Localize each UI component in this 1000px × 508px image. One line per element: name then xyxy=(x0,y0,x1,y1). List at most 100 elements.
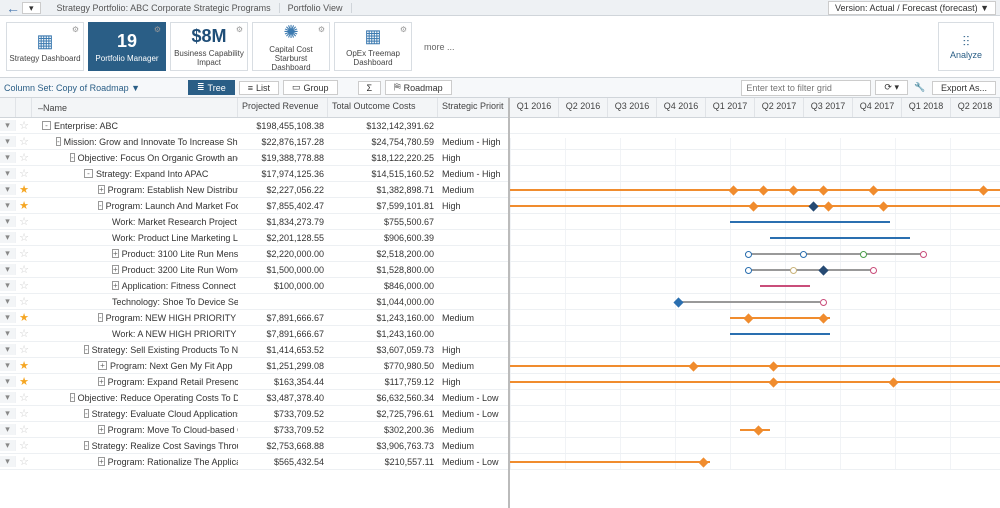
expand-icon[interactable]: - xyxy=(70,153,75,162)
row-menu-icon[interactable]: ▾ xyxy=(0,296,16,307)
gantt-bar[interactable] xyxy=(760,285,810,287)
favorite-star[interactable]: ☆ xyxy=(16,231,32,244)
gantt-event[interactable] xyxy=(790,267,797,274)
card-4[interactable]: ⚙▦OpEx Treemap Dashboard xyxy=(334,22,412,71)
gantt-milestone[interactable] xyxy=(819,313,829,323)
row-menu-icon[interactable]: ▾ xyxy=(0,168,16,179)
row-menu-icon[interactable]: ▾ xyxy=(0,456,16,467)
favorite-star[interactable]: ☆ xyxy=(16,343,32,356)
favorite-star[interactable]: ☆ xyxy=(16,151,32,164)
row-menu-icon[interactable]: ▾ xyxy=(0,360,16,371)
table-row[interactable]: ▾☆-Strategy: Sell Existing Products To N… xyxy=(0,342,508,358)
favorite-star[interactable]: ☆ xyxy=(16,247,32,260)
gantt-milestone[interactable] xyxy=(674,297,684,307)
gantt-milestone[interactable] xyxy=(889,377,899,387)
expand-icon[interactable]: + xyxy=(98,457,105,466)
gantt-milestone[interactable] xyxy=(789,185,799,195)
row-menu-icon[interactable]: ▾ xyxy=(0,136,16,147)
gantt-milestone[interactable] xyxy=(809,201,819,211)
expand-icon[interactable]: - xyxy=(84,169,93,178)
gantt-event[interactable] xyxy=(745,267,752,274)
card-gear-icon[interactable]: ⚙ xyxy=(72,25,79,34)
favorite-star[interactable]: ★ xyxy=(16,311,32,324)
favorite-star[interactable]: ☆ xyxy=(16,263,32,276)
analyze-button[interactable]: ⫶⫶Analyze xyxy=(938,22,994,71)
gantt-event[interactable] xyxy=(820,299,827,306)
gantt-milestone[interactable] xyxy=(979,185,989,195)
table-row[interactable]: ▾★+Program: Next Gen My Fit App$1,251,29… xyxy=(0,358,508,374)
view-group-button[interactable]: ▭ Group xyxy=(283,80,338,95)
version-selector[interactable]: Version: Actual / Forecast (forecast) ▼ xyxy=(828,1,996,15)
favorite-star[interactable]: ★ xyxy=(16,183,32,196)
expand-icon[interactable]: + xyxy=(98,185,105,194)
refresh-button[interactable]: ⟳ ▾ xyxy=(875,80,908,95)
gantt-bar[interactable] xyxy=(745,253,925,255)
table-row[interactable]: ▾☆Work: A NEW HIGH PRIORITY Pro...$7,891… xyxy=(0,326,508,342)
table-row[interactable]: ▾★+Program: Establish New Distribution C… xyxy=(0,182,508,198)
table-row[interactable]: ▾☆-Enterprise: ABC$198,455,108.38$132,14… xyxy=(0,118,508,134)
expand-icon[interactable]: - xyxy=(56,137,61,146)
table-row[interactable]: ▾☆+Program: Rationalize The Application … xyxy=(0,454,508,470)
gantt-bar[interactable] xyxy=(510,381,1000,383)
gantt-bar[interactable] xyxy=(730,333,830,335)
breadcrumb-portfolio[interactable]: Strategy Portfolio: ABC Corporate Strate… xyxy=(49,3,280,13)
card-3[interactable]: ⚙✺Capital Cost Starburst Dashboard xyxy=(252,22,330,71)
table-row[interactable]: ▾☆-Strategy: Evaluate Cloud Applications… xyxy=(0,406,508,422)
gantt-event[interactable] xyxy=(920,251,927,258)
gantt-milestone[interactable] xyxy=(699,457,709,467)
gantt-milestone[interactable] xyxy=(769,377,779,387)
col-name[interactable]: –Name xyxy=(32,98,238,117)
favorite-star[interactable]: ☆ xyxy=(16,327,32,340)
card-1[interactable]: ⚙19Portfolio Manager xyxy=(88,22,166,71)
expand-icon[interactable]: + xyxy=(98,361,107,370)
favorite-star[interactable]: ☆ xyxy=(16,167,32,180)
export-button[interactable]: Export As... xyxy=(932,81,996,95)
gantt-milestone[interactable] xyxy=(689,361,699,371)
table-row[interactable]: ▾☆+Product: 3100 Lite Run Mens Shoe$2,22… xyxy=(0,246,508,262)
sigma-button[interactable]: Σ xyxy=(358,81,382,95)
gantt-milestone[interactable] xyxy=(754,425,764,435)
expand-icon[interactable]: - xyxy=(84,409,89,418)
table-row[interactable]: ▾☆-Strategy: Expand Into APAC$17,974,125… xyxy=(0,166,508,182)
gantt-event[interactable] xyxy=(860,251,867,258)
gantt-bar[interactable] xyxy=(510,461,710,463)
col-outcome[interactable]: Total Outcome Costs xyxy=(328,98,438,117)
row-menu-icon[interactable]: ▾ xyxy=(0,344,16,355)
col-revenue[interactable]: Projected Revenue xyxy=(238,98,328,117)
row-menu-icon[interactable]: ▾ xyxy=(0,120,16,131)
row-menu-icon[interactable]: ▾ xyxy=(0,376,16,387)
row-menu-icon[interactable]: ▾ xyxy=(0,232,16,243)
favorite-star[interactable]: ☆ xyxy=(16,295,32,308)
table-row[interactable]: ▾☆Work: Product Line Marketing Laun...$2… xyxy=(0,230,508,246)
card-gear-icon[interactable]: ⚙ xyxy=(154,25,161,34)
view-tree-button[interactable]: ≣ Tree xyxy=(188,80,235,95)
row-menu-icon[interactable]: ▾ xyxy=(0,248,16,259)
favorite-star[interactable]: ★ xyxy=(16,199,32,212)
favorite-star[interactable]: ★ xyxy=(16,359,32,372)
table-row[interactable]: ▾☆-Objective: Focus On Organic Growth an… xyxy=(0,150,508,166)
gantt-milestone[interactable] xyxy=(769,361,779,371)
gantt-milestone[interactable] xyxy=(869,185,879,195)
filter-input[interactable] xyxy=(741,80,871,96)
row-menu-icon[interactable]: ▾ xyxy=(0,328,16,339)
table-row[interactable]: ▾☆Work: Market Research Project$1,834,27… xyxy=(0,214,508,230)
expand-icon[interactable]: + xyxy=(98,377,105,386)
back-arrow[interactable]: ← xyxy=(4,0,22,16)
row-menu-icon[interactable]: ▾ xyxy=(0,200,16,211)
gantt-event[interactable] xyxy=(870,267,877,274)
favorite-star[interactable]: ☆ xyxy=(16,215,32,228)
gantt-bar[interactable] xyxy=(675,301,820,303)
gantt-milestone[interactable] xyxy=(759,185,769,195)
history-dropdown[interactable]: ▾ xyxy=(22,2,41,14)
table-row[interactable]: ▾★-Program: NEW HIGH PRIORITY Prog...$7,… xyxy=(0,310,508,326)
favorite-star[interactable]: ☆ xyxy=(16,407,32,420)
card-0[interactable]: ⚙▦Strategy Dashboard xyxy=(6,22,84,71)
row-menu-icon[interactable]: ▾ xyxy=(0,152,16,163)
gantt-bar[interactable] xyxy=(510,189,1000,191)
expand-icon[interactable]: + xyxy=(98,425,105,434)
view-list-button[interactable]: ≡ List xyxy=(239,81,279,95)
wrench-icon[interactable]: 🔧 xyxy=(912,82,928,93)
gantt-milestone[interactable] xyxy=(729,185,739,195)
card-2[interactable]: ⚙$8MBusiness Capability Impact xyxy=(170,22,248,71)
expand-icon[interactable]: + xyxy=(112,265,119,274)
